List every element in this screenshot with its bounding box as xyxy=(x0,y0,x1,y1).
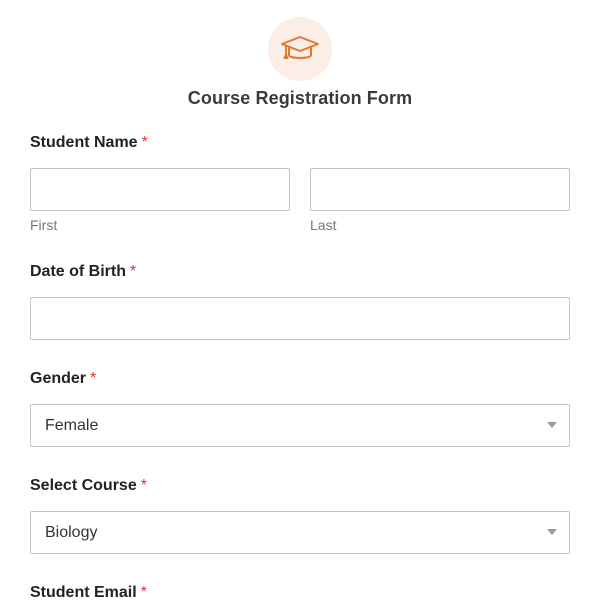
first-name-sublabel: First xyxy=(30,217,58,233)
gender-selected-value: Female xyxy=(45,417,99,434)
course-registration-page: Course Registration Form Student Name * F… xyxy=(0,0,600,600)
course-select[interactable]: Biology xyxy=(30,511,570,554)
student-name-label-text: Student Name xyxy=(30,134,138,151)
student-name-label: Student Name * xyxy=(30,134,148,152)
student-email-label-text: Student Email xyxy=(30,584,137,600)
date-of-birth-input[interactable] xyxy=(30,297,570,340)
form-title: Course Registration Form xyxy=(187,88,413,108)
course-label-text: Select Course xyxy=(30,477,137,494)
gender-select[interactable]: Female xyxy=(30,404,570,447)
course-selected-value: Biology xyxy=(45,524,98,541)
date-of-birth-label: Date of Birth * xyxy=(30,263,136,281)
graduation-cap-icon xyxy=(281,36,319,59)
required-marker: * xyxy=(140,477,147,494)
last-name-sublabel: Last xyxy=(310,217,337,233)
required-marker: * xyxy=(141,134,148,151)
course-label: Select Course * xyxy=(30,477,147,495)
gender-label: Gender * xyxy=(30,370,96,388)
required-marker: * xyxy=(130,263,137,280)
last-name-input[interactable] xyxy=(310,168,570,211)
gender-label-text: Gender xyxy=(30,370,87,387)
date-of-birth-label-text: Date of Birth xyxy=(30,263,126,280)
first-name-input[interactable] xyxy=(30,168,290,211)
student-email-label: Student Email * xyxy=(30,584,147,600)
chevron-down-icon xyxy=(547,422,557,428)
form-logo xyxy=(268,17,332,81)
required-marker: * xyxy=(140,584,147,600)
chevron-down-icon xyxy=(547,529,557,535)
required-marker: * xyxy=(90,370,97,387)
